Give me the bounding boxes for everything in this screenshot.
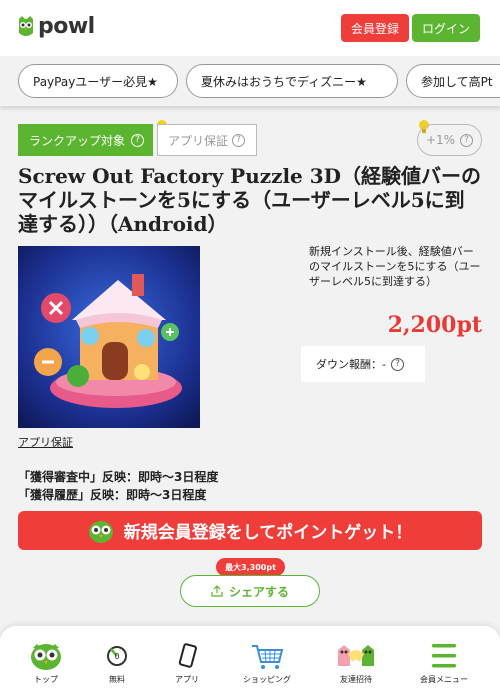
help-icon: ? <box>390 357 404 371</box>
owl-logo-icon <box>19 15 33 36</box>
bonus-rate-tag[interactable]: +1% ? <box>417 124 482 156</box>
free-icon: 0 <box>107 646 127 666</box>
share-icon <box>211 585 223 597</box>
header: powl 会員登録 ログイン <box>0 0 500 56</box>
friends-icon <box>338 645 374 666</box>
menu-icon <box>432 644 456 668</box>
offer-description: 新規インストール後、経験値バーのマイルストーンを5にする（ユーザーレベル5に到達… <box>309 245 481 288</box>
nav-member-menu[interactable]: 会員メニュー <box>414 640 474 685</box>
note-review: 「獲得審査中」反映：即時～3日程度 <box>18 470 219 484</box>
bottom-nav: トップ 0 無料 アプリ ショッピング 友達招待 会員メニュー <box>0 626 500 700</box>
down-reward-box[interactable]: ダウン報酬：- ? <box>301 346 425 382</box>
help-icon: ? <box>460 133 474 147</box>
offer-detail: ランクアップ対象 ? アプリ保証 ? +1% ? Screw Out Facto… <box>0 106 500 626</box>
app-guarantee-link[interactable]: アプリ保証 <box>18 434 73 450</box>
nav-app-label: アプリ <box>175 675 199 684</box>
campaign-tab-paypay[interactable]: PayPayユーザー必見★ <box>18 64 178 98</box>
nav-top-label: トップ <box>34 675 58 684</box>
reflection-notes: 「獲得審査中」反映：即時～3日程度 「獲得履歴」反映：即時～3日程度 <box>18 468 218 504</box>
campaign-tab-join[interactable]: 参加して高Pt <box>406 64 500 98</box>
campaign-tab-disney[interactable]: 夏休みはおうちでディズニー★ <box>186 64 398 98</box>
share-bonus-badge: 最大3,300pt <box>216 558 285 576</box>
rankup-tag[interactable]: ランクアップ対象 ? <box>18 124 153 156</box>
svg-text:0: 0 <box>114 652 119 661</box>
app-guarantee-tag-label: アプリ保証 <box>168 133 229 148</box>
nav-app[interactable]: アプリ <box>157 640 217 685</box>
down-reward-label: ダウン報酬：- <box>316 358 386 371</box>
nav-member-menu-label: 会員メニュー <box>420 675 468 684</box>
rankup-label: ランクアップ対象 <box>29 133 126 148</box>
nav-shopping-label: ショッピング <box>243 675 291 684</box>
register-cta-label: 新規会員登録をしてポイントゲット！ <box>123 523 413 543</box>
nav-invite[interactable]: 友達招待 <box>326 640 386 685</box>
cart-icon <box>252 645 284 669</box>
nav-free-label: 無料 <box>109 675 125 684</box>
nav-top[interactable]: トップ <box>16 640 76 685</box>
help-icon: ? <box>232 133 246 147</box>
bonus-rate-label: +1% <box>425 133 456 147</box>
offer-title: Screw Out Factory Puzzle 3D（経験値バーのマイルストー… <box>18 164 482 236</box>
nav-free[interactable]: 0 無料 <box>87 640 147 685</box>
logo[interactable]: powl <box>16 14 95 39</box>
app-thumbnail[interactable] <box>18 246 200 428</box>
campaign-tabs: PayPayユーザー必見★ 夏休みはおうちでディズニー★ 参加して高Pt <box>0 56 500 106</box>
share-button[interactable]: シェアする <box>180 575 320 607</box>
register-cta-button[interactable]: 新規会員登録をしてポイントゲット！ <box>18 511 482 550</box>
offer-points: 2,200pt <box>387 312 482 338</box>
owl-icon <box>31 644 61 670</box>
nav-invite-label: 友達招待 <box>340 675 372 684</box>
login-button[interactable]: ログイン <box>412 14 480 42</box>
register-button[interactable]: 会員登録 <box>341 14 409 42</box>
help-icon: ? <box>131 133 145 147</box>
share-label: シェアする <box>228 584 289 599</box>
phone-icon <box>178 643 197 668</box>
app-guarantee-tag[interactable]: アプリ保証 ? <box>157 124 257 156</box>
logo-text: powl <box>38 14 95 39</box>
owl-icon <box>88 520 113 543</box>
note-history: 「獲得履歴」反映：即時～3日程度 <box>18 488 207 502</box>
nav-shopping[interactable]: ショッピング <box>237 640 297 685</box>
